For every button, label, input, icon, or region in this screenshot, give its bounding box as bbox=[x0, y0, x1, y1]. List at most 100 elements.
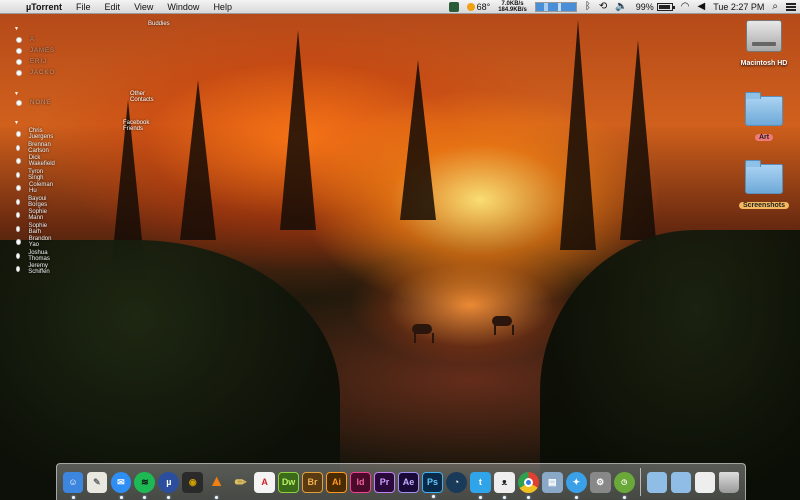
dock-pencil-icon[interactable]: ✏ bbox=[230, 472, 251, 493]
dock-twitter-icon[interactable]: t bbox=[470, 471, 491, 499]
dock-speakers-icon[interactable]: ◉ bbox=[182, 471, 204, 493]
tree-silhouette bbox=[400, 60, 436, 220]
elk-silhouette bbox=[412, 324, 434, 343]
buddy-item[interactable]: Brandon Yao bbox=[16, 236, 53, 248]
status-dot-icon bbox=[16, 172, 21, 178]
dock-utorrent-icon[interactable]: µ bbox=[158, 471, 180, 499]
dock-finder-icon[interactable]: ☺ bbox=[62, 471, 84, 499]
menu-view[interactable]: View bbox=[127, 0, 160, 14]
status-dot-icon bbox=[16, 185, 21, 191]
input-menu-icon[interactable]: ◀ bbox=[697, 1, 705, 12]
buddy-item[interactable]: Dick Wakefield bbox=[16, 155, 56, 167]
disclosure-triangle-icon[interactable]: ▼ bbox=[14, 120, 19, 126]
volume-icon[interactable]: 🔈 bbox=[615, 1, 627, 12]
dock-downloads-stack-icon[interactable] bbox=[694, 471, 716, 493]
desktop-item-macintosh-hd[interactable]: Macintosh HD bbox=[732, 20, 796, 70]
buddy-item[interactable]: Chris Juergens bbox=[16, 128, 55, 140]
dock: ☺ ✎ ✉ ≋ µ ◉ ▲ ✏ A Dw Br Ai Id Pr Ae Ps ◔… bbox=[56, 463, 746, 500]
folder-icon bbox=[745, 92, 783, 126]
spotlight-icon[interactable]: ⌕ bbox=[772, 1, 778, 12]
elk-silhouette bbox=[492, 316, 514, 335]
buddy-item[interactable]: Jeremy Schiffen bbox=[16, 263, 52, 275]
status-dot-icon bbox=[16, 212, 21, 218]
dock-indesign-icon[interactable]: Id bbox=[350, 471, 371, 493]
desktop-item-label: Screenshots bbox=[738, 202, 790, 209]
buddy-item[interactable]: NONE bbox=[16, 98, 51, 108]
buddy-item[interactable]: JACKO bbox=[16, 68, 55, 78]
tree-silhouette bbox=[180, 80, 216, 240]
buddy-item[interactable]: JAMES bbox=[16, 46, 55, 56]
dock-premiere-icon[interactable]: Pr bbox=[374, 471, 395, 493]
dock-growl-icon[interactable]: ᴥ bbox=[493, 471, 515, 499]
hard-drive-icon bbox=[746, 20, 782, 52]
buddy-item[interactable]: Tyron Singh bbox=[16, 169, 45, 181]
dock-messages-icon[interactable]: ✉ bbox=[110, 471, 132, 499]
group-title-facebook-friends[interactable]: Facebook Friends bbox=[123, 120, 149, 132]
tree-silhouette bbox=[280, 30, 316, 230]
weather-sun-icon bbox=[466, 2, 475, 11]
menu-edit[interactable]: Edit bbox=[98, 0, 128, 14]
battery-status[interactable]: 99% bbox=[636, 2, 675, 12]
dock-system-preferences-icon[interactable]: ⚙ bbox=[589, 471, 611, 493]
group-title-buddies[interactable]: Buddies bbox=[148, 21, 170, 27]
desktop-item-screenshots[interactable]: Screenshots bbox=[730, 160, 798, 212]
menu-extra-icon[interactable] bbox=[448, 1, 459, 12]
clock[interactable]: Tue 2:27 PM bbox=[713, 2, 764, 12]
dock-spotify-icon[interactable]: ≋ bbox=[134, 471, 156, 499]
dock-preview-icon[interactable]: ▤ bbox=[541, 471, 563, 493]
status-dot-icon bbox=[16, 199, 21, 205]
status-dot-icon bbox=[16, 226, 21, 232]
group-title-other-contacts[interactable]: Other Contacts bbox=[130, 91, 154, 103]
dock-acrobat-icon[interactable]: A bbox=[254, 471, 275, 493]
status-dot-icon bbox=[16, 48, 22, 54]
dock-illustrator-icon[interactable]: Ai bbox=[326, 471, 347, 493]
menu-file[interactable]: File bbox=[69, 0, 98, 14]
tree-silhouette bbox=[560, 20, 596, 250]
dock-steam-icon[interactable]: ◔ bbox=[446, 471, 467, 493]
battery-icon bbox=[656, 2, 675, 11]
app-menu[interactable]: µTorrent bbox=[24, 0, 69, 14]
dock-photoshop-icon[interactable]: Ps bbox=[422, 471, 443, 498]
notification-center-icon[interactable] bbox=[786, 2, 796, 11]
dock-textedit-icon[interactable]: ✎ bbox=[86, 471, 108, 493]
menu-window[interactable]: Window bbox=[160, 0, 206, 14]
status-dot-icon bbox=[16, 239, 21, 245]
disclosure-triangle-icon[interactable]: ▼ bbox=[14, 91, 19, 97]
network-rate[interactable]: 7.0KB/s 184.9KB/s bbox=[498, 1, 527, 13]
status-dot-icon bbox=[16, 131, 21, 137]
dock-safari-icon[interactable]: ✦ bbox=[565, 471, 587, 499]
dock-bridge-icon[interactable]: Br bbox=[302, 471, 323, 493]
dock-gpu-monitor-icon[interactable]: ◷ bbox=[613, 471, 635, 499]
buddy-item[interactable]: A bbox=[16, 35, 35, 45]
wifi-icon[interactable]: ◠ bbox=[681, 1, 690, 12]
dock-chrome-icon[interactable] bbox=[517, 471, 539, 499]
weather-status[interactable]: 68° bbox=[466, 1, 491, 12]
buddy-item[interactable]: Sophie Barh bbox=[16, 223, 49, 235]
buddy-item[interactable]: Sophie Mann bbox=[16, 209, 49, 221]
temperature: 68° bbox=[476, 1, 491, 12]
dock-separator bbox=[640, 468, 642, 496]
dock-vlc-icon[interactable]: ▲ bbox=[206, 472, 227, 499]
buddy-item[interactable]: Bayoui Borges bbox=[16, 196, 49, 208]
dock-dreamweaver-icon[interactable]: Dw bbox=[278, 471, 299, 493]
buddy-item[interactable]: Joshua Thomas bbox=[16, 250, 52, 262]
dock-after-effects-icon[interactable]: Ae bbox=[398, 471, 419, 493]
tree-silhouette bbox=[620, 40, 656, 240]
upload-rate: 7.0KB/s bbox=[501, 0, 524, 7]
disclosure-triangle-icon[interactable]: ▼ bbox=[14, 26, 19, 32]
buddy-item[interactable]: ERIJ bbox=[16, 57, 47, 67]
status-area: 68° 7.0KB/s 184.9KB/s ᛒ ⟲ 🔈 99% ◠ ◀ Tue … bbox=[445, 0, 800, 14]
dock-documents-folder-icon[interactable] bbox=[670, 471, 692, 493]
forest-right bbox=[540, 230, 800, 500]
buddy-item[interactable]: Brennan Carlson bbox=[16, 142, 53, 154]
desktop-item-art[interactable]: Art bbox=[732, 92, 796, 144]
time-machine-icon[interactable]: ⟲ bbox=[599, 1, 607, 12]
network-graph[interactable] bbox=[534, 1, 577, 12]
dock-applications-folder-icon[interactable] bbox=[646, 471, 668, 493]
buddy-item[interactable]: Coleman Hu bbox=[16, 182, 54, 194]
download-rate: 184.9KB/s bbox=[498, 6, 527, 13]
menu-help[interactable]: Help bbox=[206, 0, 239, 14]
status-dot-icon bbox=[16, 70, 22, 76]
bluetooth-icon[interactable]: ᛒ bbox=[585, 1, 591, 12]
dock-trash-icon[interactable] bbox=[718, 471, 740, 493]
